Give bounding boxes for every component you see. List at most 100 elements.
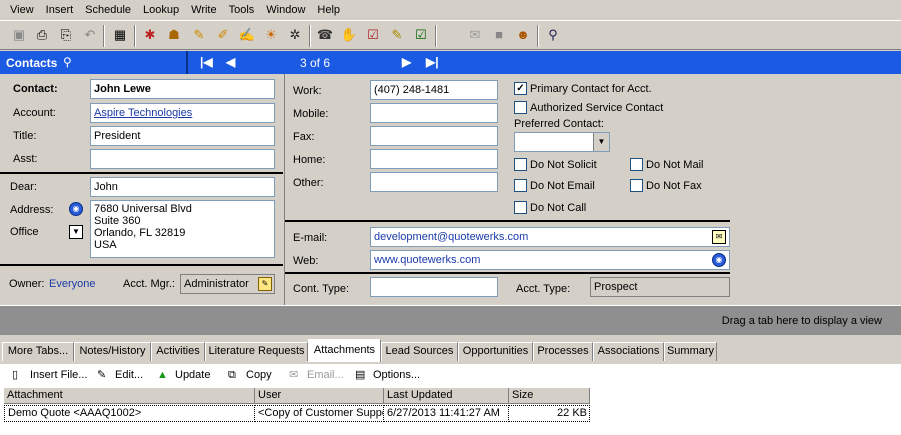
notepad-icon[interactable]: ✎: [388, 26, 406, 44]
contact-label: Contact:: [13, 83, 58, 95]
acct-type-field[interactable]: Prospect: [590, 277, 730, 297]
new-group-icon[interactable]: ☗: [165, 26, 183, 44]
address-field[interactable]: 7680 Universal Blvd Suite 360 Orlando, F…: [90, 200, 275, 258]
dropdown-arrow-icon[interactable]: ▼: [69, 225, 83, 239]
do-not-mail-checkbox[interactable]: [630, 158, 643, 171]
tab-summary[interactable]: Summary: [664, 342, 717, 361]
other-phone-field[interactable]: [370, 172, 498, 192]
do-not-email-label: Do Not Email: [530, 180, 595, 192]
tab-opportunities[interactable]: Opportunities: [458, 342, 533, 361]
table-cell[interactable]: 6/27/2013 11:41:27 AM: [384, 405, 509, 422]
insert-file-button[interactable]: ▯ Insert File...: [12, 368, 87, 382]
section-divider: [285, 220, 730, 222]
undo-icon[interactable]: ↶: [81, 26, 99, 44]
contact-name-field[interactable]: John Lewe: [90, 79, 275, 99]
write-letter-icon[interactable]: ✍: [238, 26, 256, 44]
chevron-down-icon[interactable]: ▼: [593, 133, 609, 151]
debug-icon[interactable]: ✲: [286, 26, 304, 44]
copy-button[interactable]: ⧉ Copy: [228, 368, 272, 382]
globe-icon[interactable]: ◉: [69, 202, 83, 216]
email-button[interactable]: ✉ Email...: [289, 368, 344, 382]
tab-lead-sources[interactable]: Lead Sources: [381, 342, 458, 361]
primary-contact-checkbox[interactable]: ✓: [514, 82, 527, 95]
authorized-service-checkbox[interactable]: [514, 101, 527, 114]
phone-icon[interactable]: ☎: [316, 26, 334, 44]
preferred-contact-select[interactable]: ▼: [514, 132, 610, 152]
mobile-phone-field[interactable]: [370, 103, 498, 123]
table-cell[interactable]: Demo Quote <AAAQ1002>: [4, 405, 255, 422]
people-icon[interactable]: ☻: [514, 26, 532, 44]
previous-record-icon[interactable]: ◀: [226, 55, 235, 69]
email-field[interactable]: development@quotewerks.com: [370, 227, 730, 247]
menu-window[interactable]: Window: [260, 1, 311, 19]
menu-help[interactable]: Help: [311, 1, 346, 19]
tab-notes-history[interactable]: Notes/History: [74, 342, 151, 361]
new-contact-icon[interactable]: ✱: [141, 26, 159, 44]
edit-pencil-icon[interactable]: ✎: [258, 277, 272, 291]
do-not-mail-label: Do Not Mail: [646, 159, 704, 171]
lookup-icon[interactable]: ⚲: [63, 55, 72, 69]
home-phone-field[interactable]: [370, 149, 498, 169]
do-not-email-checkbox[interactable]: [514, 179, 527, 192]
column-header-attachment[interactable]: Attachment: [4, 388, 255, 404]
search-icon[interactable]: ⚲: [544, 26, 562, 44]
tab-attachments[interactable]: Attachments: [308, 339, 381, 362]
do-not-fax-checkbox[interactable]: [630, 179, 643, 192]
asst-field[interactable]: [90, 149, 275, 169]
tab-more-tabs[interactable]: More Tabs...: [2, 342, 74, 361]
options-button[interactable]: ▤ Options...: [355, 368, 420, 382]
table-view-icon[interactable]: ▦: [111, 26, 129, 44]
edit-icon: ✎: [97, 369, 107, 381]
send-email-icon[interactable]: ✉: [712, 230, 726, 244]
column-header-user[interactable]: User: [255, 388, 384, 404]
tab-processes[interactable]: Processes: [533, 342, 593, 361]
do-not-solicit-checkbox[interactable]: [514, 158, 527, 171]
table-cell[interactable]: <Copy of Customer Support: [255, 405, 384, 422]
print-preview-icon[interactable]: ⎘: [57, 26, 75, 44]
email-disabled-icon[interactable]: ✉: [466, 26, 484, 44]
column-header-size[interactable]: Size: [509, 388, 590, 404]
menu-lookup[interactable]: Lookup: [137, 1, 185, 19]
mobile-label: Mobile:: [293, 108, 329, 120]
view-drop-zone[interactable]: Drag a tab here to display a view: [0, 305, 901, 335]
new-note-icon[interactable]: ✐: [214, 26, 232, 44]
save-icon[interactable]: ▣: [10, 26, 28, 44]
work-phone-field[interactable]: (407) 248-1481: [370, 80, 498, 100]
tab-associations[interactable]: Associations: [593, 342, 664, 361]
menu-insert[interactable]: Insert: [40, 1, 80, 19]
next-record-icon[interactable]: ▶: [402, 55, 411, 69]
update-button[interactable]: ▲ Update: [157, 368, 210, 382]
web-field[interactable]: www.quotewerks.com: [370, 250, 730, 270]
title-field[interactable]: President: [90, 126, 275, 146]
dear-field[interactable]: John: [90, 177, 275, 197]
column-divider: [284, 74, 285, 305]
table-cell[interactable]: 22 KB: [509, 405, 590, 422]
edit-button[interactable]: ✎ Edit...: [97, 368, 143, 382]
column-header-last-updated[interactable]: Last Updated: [384, 388, 509, 404]
last-record-icon[interactable]: ▶|: [426, 55, 439, 69]
first-record-icon[interactable]: |◀: [200, 55, 213, 69]
new-activity-icon[interactable]: ✎: [190, 26, 208, 44]
section-divider: [285, 272, 730, 274]
do-not-call-checkbox[interactable]: [514, 201, 527, 214]
menu-tools[interactable]: Tools: [223, 1, 261, 19]
globe-icon[interactable]: ◉: [712, 253, 726, 267]
handshake-icon[interactable]: ✋: [340, 26, 358, 44]
menu-view[interactable]: View: [4, 1, 40, 19]
acct-type-label: Acct. Type:: [516, 283, 571, 295]
lookup-icon[interactable]: ☀: [262, 26, 280, 44]
checkbox-icon[interactable]: ☑: [412, 26, 430, 44]
cont-type-field[interactable]: [370, 277, 498, 297]
menu-schedule[interactable]: Schedule: [79, 1, 137, 19]
authorized-service-label: Authorized Service Contact: [530, 102, 664, 114]
tab-literature-requests[interactable]: Literature Requests: [205, 342, 308, 361]
stop-icon[interactable]: ■: [490, 26, 508, 44]
task-list-icon[interactable]: ☑: [364, 26, 382, 44]
tab-activities[interactable]: Activities: [151, 342, 205, 361]
do-not-fax-label: Do Not Fax: [646, 180, 702, 192]
print-icon[interactable]: ⎙: [33, 26, 51, 44]
menu-write[interactable]: Write: [185, 1, 222, 19]
account-field[interactable]: Aspire Technologies: [90, 103, 275, 123]
owner-value[interactable]: Everyone: [49, 277, 95, 291]
fax-field[interactable]: [370, 126, 498, 146]
